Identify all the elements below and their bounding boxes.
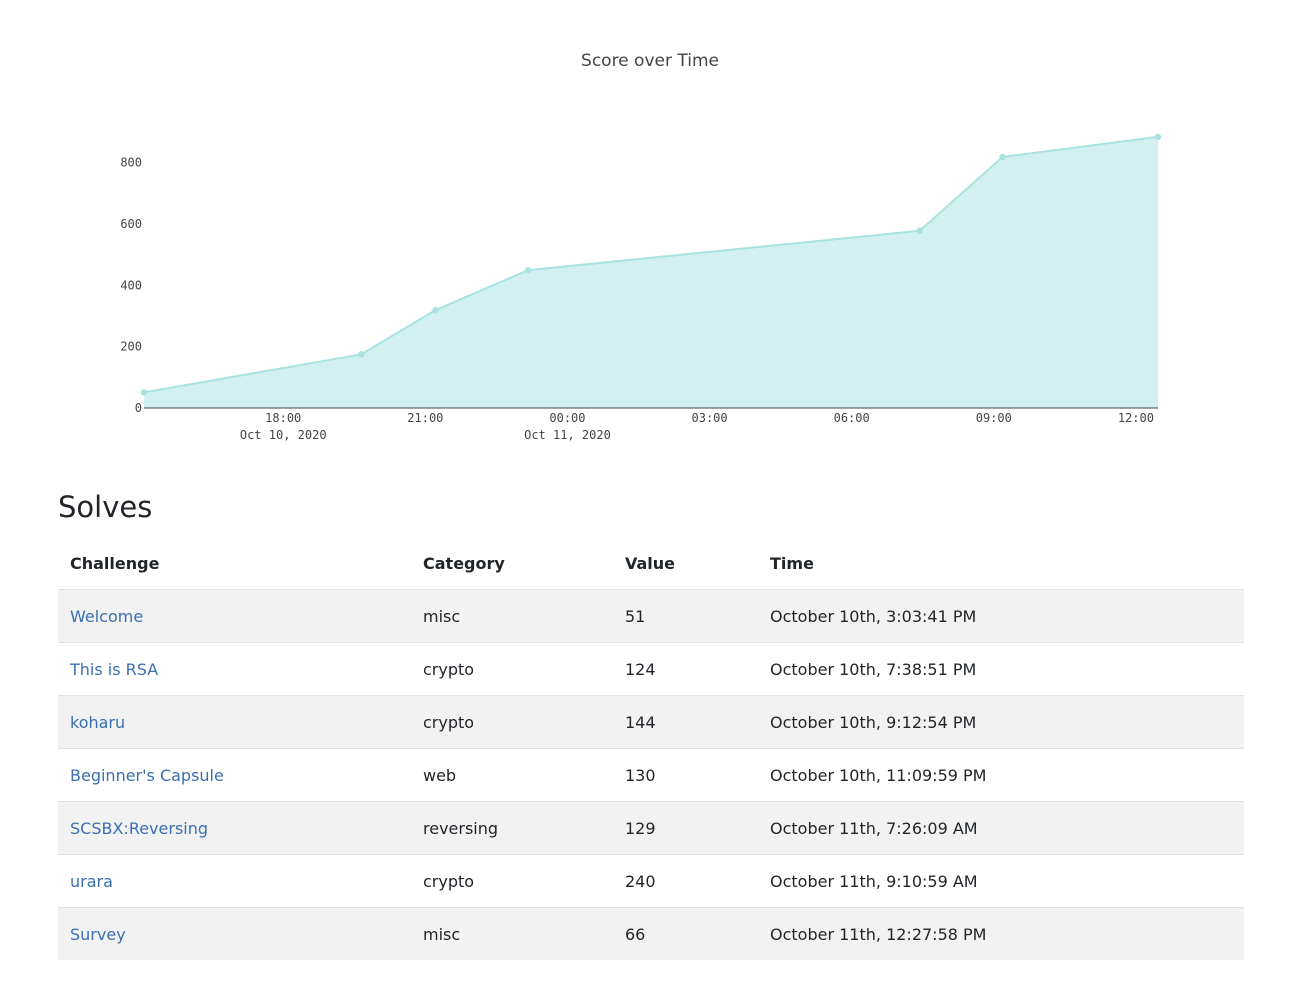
category-cell: misc: [411, 907, 613, 960]
y-tick-label: 400: [120, 278, 142, 292]
challenge-link[interactable]: Beginner's Capsule: [70, 766, 224, 785]
value-cell: 51: [613, 589, 758, 643]
header-category: Category: [423, 553, 505, 573]
table-row: SCSBX:Reversing reversing 129 October 11…: [58, 801, 1244, 855]
data-point[interactable]: [432, 306, 439, 314]
header-challenge: Challenge: [70, 553, 160, 573]
time-cell: October 10th, 7:38:51 PM: [758, 642, 1244, 696]
data-point[interactable]: [140, 389, 148, 396]
time-cell: October 10th, 11:09:59 PM: [758, 748, 1244, 802]
x-tick-date-label: Oct 11, 2020: [524, 428, 611, 442]
time-cell: October 11th, 9:10:59 AM: [758, 854, 1244, 908]
value-cell: 130: [613, 748, 758, 802]
table-row: Survey misc 66 October 11th, 12:27:58 PM: [58, 907, 1244, 960]
category-cell: crypto: [411, 854, 613, 908]
data-point[interactable]: [916, 227, 923, 234]
table-header-row: Challenge Category Value Time: [58, 537, 1244, 590]
data-point[interactable]: [358, 351, 365, 358]
x-tick-label: 18:00: [265, 411, 301, 425]
data-point[interactable]: [999, 153, 1006, 161]
category-cell: crypto: [411, 642, 613, 696]
y-tick-label: 600: [120, 217, 142, 231]
category-cell: misc: [411, 589, 613, 643]
challenge-link[interactable]: urara: [70, 872, 113, 891]
category-cell: crypto: [411, 695, 613, 749]
category-cell: reversing: [411, 801, 613, 855]
table-row: This is RSA crypto 124 October 10th, 7:3…: [58, 642, 1244, 696]
value-cell: 240: [613, 854, 758, 908]
y-tick-label: 200: [120, 340, 142, 354]
challenge-link[interactable]: Welcome: [70, 607, 143, 626]
value-cell: 66: [613, 907, 758, 960]
x-tick-label: 21:00: [407, 411, 443, 425]
category-cell: web: [411, 748, 613, 802]
area-fill: [144, 136, 1158, 409]
x-tick-label: 00:00: [549, 411, 585, 425]
header-time: Time: [770, 553, 814, 573]
score-chart-svg: Score over Time 0 200 400 600 800 18:00 Oct 10…: [120, 51, 1162, 442]
table-row: urara crypto 240 October 11th, 9:10:59 A…: [58, 854, 1244, 908]
challenge-link[interactable]: Survey: [70, 925, 126, 944]
data-point[interactable]: [524, 267, 532, 274]
x-tick-label: 03:00: [692, 411, 728, 425]
challenge-link[interactable]: koharu: [70, 713, 125, 732]
challenge-link[interactable]: This is RSA: [70, 660, 158, 679]
header-value: Value: [625, 553, 676, 573]
value-cell: 124: [613, 642, 758, 696]
x-tick-date-label: Oct 10, 2020: [240, 428, 327, 442]
data-point[interactable]: [1154, 133, 1162, 140]
challenge-link[interactable]: SCSBX:Reversing: [70, 819, 208, 838]
table-row: koharu crypto 144 October 10th, 9:12:54 …: [58, 695, 1244, 749]
x-tick-label: 06:00: [834, 411, 870, 425]
solves-table: Challenge Category Value Time Welcome mi…: [58, 537, 1244, 960]
time-cell: October 11th, 7:26:09 AM: [758, 801, 1244, 855]
x-tick-label: 12:00: [1118, 411, 1154, 425]
x-tick-label: 09:00: [976, 411, 1012, 425]
time-cell: October 10th, 9:12:54 PM: [758, 695, 1244, 749]
value-cell: 129: [613, 801, 758, 855]
table-row: Welcome misc 51 October 10th, 3:03:41 PM: [58, 589, 1244, 643]
score-chart: Score over Time 0 200 400 600 800 18:00 Oct 10…: [0, 0, 1300, 470]
time-cell: October 11th, 12:27:58 PM: [758, 907, 1244, 960]
table-row: Beginner's Capsule web 130 October 10th,…: [58, 748, 1244, 802]
time-cell: October 10th, 3:03:41 PM: [758, 589, 1244, 643]
y-tick-label: 0: [135, 401, 142, 415]
chart-title: Score over Time: [581, 51, 719, 71]
value-cell: 144: [613, 695, 758, 749]
solves-heading: Solves: [58, 490, 153, 524]
y-tick-label: 800: [120, 156, 142, 170]
